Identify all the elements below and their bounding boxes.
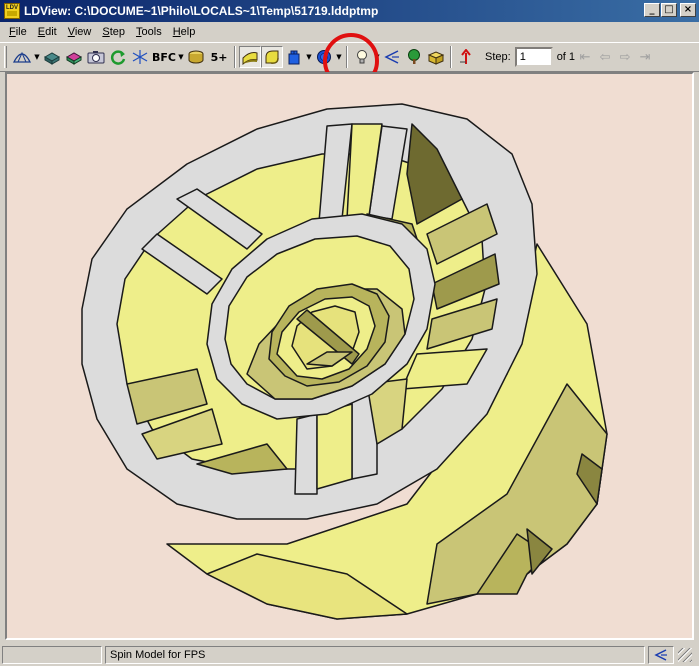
previous-step-icon: ⇦ [599, 49, 611, 65]
next-step-icon: ⇨ [619, 49, 631, 65]
seams-icon [43, 52, 61, 65]
smooth-curves-icon [265, 50, 279, 64]
model-tree-button[interactable] [403, 46, 425, 68]
resize-grip[interactable] [678, 647, 692, 662]
mpd-button[interactable] [455, 46, 477, 68]
toolbar-grip[interactable] [4, 46, 7, 68]
model-viewport[interactable] [5, 72, 694, 640]
lighting-button[interactable] [239, 46, 261, 68]
menu-file-label: ile [15, 25, 27, 38]
bfc-button[interactable]: BFC [151, 46, 177, 68]
menu-bar: File Edit View Step Tools Help [0, 22, 699, 41]
menu-help[interactable]: Help [168, 26, 202, 38]
menu-step[interactable]: Step [97, 26, 131, 38]
lego-wheel-model [81, 103, 608, 620]
bfc-dropdown[interactable]: ▼ [177, 46, 185, 68]
screenshot-button[interactable] [85, 46, 107, 68]
model-tree-icon [408, 49, 420, 64]
stud-quality-icon [317, 50, 331, 64]
viewing-angle-dropdown[interactable]: ▼ [373, 46, 381, 68]
status-progress [2, 645, 102, 664]
menu-tools-label: ools [141, 25, 162, 38]
axes-button[interactable] [129, 46, 151, 68]
preferences-icon [384, 50, 399, 64]
toolbar-separator [346, 46, 348, 68]
camera-icon [87, 51, 105, 64]
previous-step-button[interactable]: ⇦ [595, 46, 615, 68]
menu-help-mnemonic: H [172, 25, 181, 38]
status-message: Spin Model for FPS [105, 645, 645, 664]
close-button[interactable]: × [680, 3, 696, 17]
status-view-icon [648, 645, 674, 664]
title-bar: LDV LDView: C:\DOCUME~1\Philo\LOCALS~1\T… [0, 0, 699, 22]
step-input[interactable] [514, 47, 553, 67]
menu-edit[interactable]: Edit [33, 26, 63, 38]
step-total-label: of 1 [556, 51, 576, 63]
viewing-angle-icon [357, 50, 367, 64]
wireframe-icon [13, 51, 31, 63]
menu-edit-mnemonic: E [37, 25, 46, 38]
menu-edit-label: dit [45, 25, 57, 38]
toolbar: ▼ BFC ▼ 5+ ▼ ▼ ▼ Step: 1 of 1 ⇤ ⇦ ⇨ ⇥ [0, 42, 699, 72]
wireframe-dropdown[interactable]: ▼ [33, 46, 41, 68]
edge-lines-icon [65, 52, 83, 65]
level-of-detail-button[interactable]: 5+ [207, 46, 231, 68]
menu-view[interactable]: View [63, 26, 98, 38]
menu-tools[interactable]: Tools [131, 26, 168, 38]
part-bounding-dropdown[interactable]: ▼ [305, 46, 313, 68]
toolbar-separator [450, 46, 452, 68]
menu-file-mnemonic: F [9, 25, 16, 38]
reload-icon [110, 50, 126, 65]
preferences-icon [654, 648, 667, 661]
status-bar: Spin Model for FPS [0, 643, 699, 666]
bfc-label: BFC [152, 50, 176, 64]
wireframe-button[interactable] [11, 46, 33, 68]
menu-step-label: tep [109, 25, 126, 38]
lighting-icon [242, 52, 258, 65]
app-icon[interactable]: LDV [4, 3, 20, 19]
menu-help-label: elp [180, 25, 196, 38]
last-step-button[interactable]: ⇥ [635, 46, 655, 68]
reload-button[interactable] [107, 46, 129, 68]
edge-lines-button[interactable] [63, 46, 85, 68]
minimize-button[interactable]: _ [644, 3, 660, 17]
part-bounding-box-button[interactable] [283, 46, 305, 68]
axes-icon [132, 50, 148, 64]
bounding-box-button[interactable] [425, 46, 447, 68]
first-step-icon: ⇤ [579, 49, 591, 65]
stud-quality-button[interactable] [313, 46, 335, 68]
primitive-substitution-icon [188, 50, 204, 64]
menu-view-label: iew [74, 25, 92, 38]
menu-view-mnemonic: V [67, 25, 75, 38]
menu-step-mnemonic: S [102, 25, 110, 38]
lod-label: 5+ [210, 50, 228, 64]
bounding-box-icon [427, 51, 445, 65]
app-icon-label: LDV [6, 5, 18, 11]
menu-file[interactable]: File [4, 26, 33, 38]
last-step-icon: ⇥ [639, 49, 651, 65]
toolbar-separator [234, 46, 236, 68]
part-bounding-box-icon [288, 50, 300, 65]
preferences-button[interactable] [381, 46, 403, 68]
mpd-icon [460, 49, 471, 64]
next-step-button[interactable]: ⇨ [615, 46, 635, 68]
first-step-button[interactable]: ⇤ [575, 46, 595, 68]
maximize-button[interactable]: □ [661, 3, 677, 17]
step-label: Step: [485, 51, 511, 63]
window-title: LDView: C:\DOCUME~1\Philo\LOCALS~1\Temp\… [24, 4, 379, 18]
stud-quality-dropdown[interactable]: ▼ [335, 46, 343, 68]
seams-button[interactable] [41, 46, 63, 68]
viewing-angle-button[interactable] [351, 46, 373, 68]
primitive-substitution-button[interactable] [185, 46, 207, 68]
smooth-curves-button[interactable] [261, 46, 283, 68]
